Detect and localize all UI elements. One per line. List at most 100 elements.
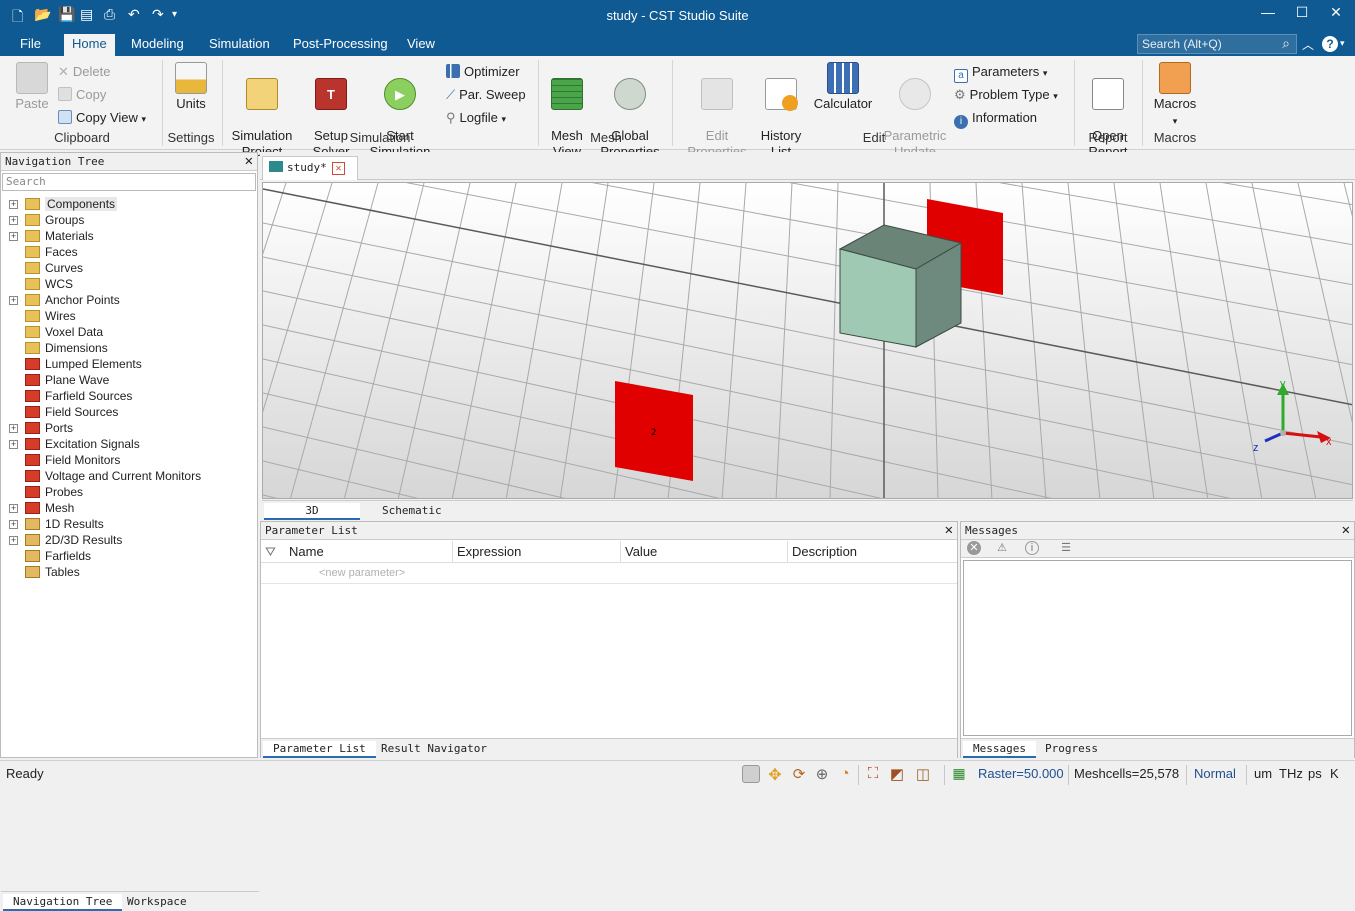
global-properties-button[interactable]: Global Properties [596, 62, 664, 160]
messages-pane: Messages ✕ ✕ ⚠ i ☰ Messages Progress [960, 521, 1355, 758]
help-icon[interactable]: ? [1322, 36, 1338, 52]
mesh-view-icon [551, 78, 583, 110]
clear-messages-icon[interactable]: ☰ [1059, 541, 1073, 555]
folder-icon [25, 486, 40, 498]
start-simulation-button[interactable]: ▶ Start Simulation [366, 62, 434, 160]
setup-solver-button[interactable]: T Setup Solver [306, 62, 356, 160]
spin-icon[interactable]: ◔ [836, 765, 854, 783]
rotate-icon[interactable]: ⟳ [790, 765, 808, 783]
parameters-button[interactable]: a Parameters ▾ [954, 64, 1047, 83]
units-temperature[interactable]: K [1330, 766, 1339, 781]
open-report-button[interactable]: Open Report [1082, 62, 1134, 160]
problem-type-button[interactable]: ⚙ Problem Type ▾ [954, 87, 1058, 103]
info-filter-icon[interactable]: i [1025, 541, 1039, 555]
group-simulation: Simulation [349, 130, 411, 145]
col-description[interactable]: Description [792, 544, 857, 559]
mesh-view-button[interactable]: Mesh View [546, 62, 588, 160]
nav-title: Navigation Tree [5, 155, 105, 168]
tab-simulation[interactable]: Simulation [209, 36, 270, 51]
close-window-button[interactable]: ✕ [1321, 4, 1351, 26]
tree-item-label: Curves [45, 261, 84, 275]
raster-value[interactable]: Raster=50.000 [978, 766, 1064, 781]
working-plane-icon[interactable]: ▦ [950, 765, 968, 783]
tab-schematic[interactable]: Schematic [372, 503, 452, 518]
nav-search-input[interactable]: Search [2, 173, 256, 191]
error-filter-icon[interactable]: ✕ [967, 541, 981, 555]
pan-icon[interactable]: ✥ [766, 765, 784, 784]
tab-parameter-list[interactable]: Parameter List [263, 741, 376, 758]
units-frequency[interactable]: THz [1279, 766, 1303, 781]
close-icon[interactable]: ✕ [245, 153, 253, 169]
tab-home[interactable]: Home [64, 34, 115, 56]
expand-icon[interactable]: + [9, 200, 18, 209]
messages-area[interactable] [963, 560, 1352, 736]
tab-post-processing[interactable]: Post-Processing [293, 36, 388, 51]
fit-view-icon[interactable]: ◩ [888, 765, 906, 783]
copy-button[interactable]: Copy [58, 87, 106, 102]
tab-3d[interactable]: 3D [264, 503, 360, 520]
maximize-button[interactable]: ☐ [1287, 4, 1317, 26]
minimize-button[interactable]: — [1253, 4, 1283, 26]
zoom-tool-icon[interactable] [742, 765, 760, 783]
col-name[interactable]: Name [289, 544, 324, 559]
macros-icon [1159, 62, 1191, 94]
par-sweep-button[interactable]: ⟋ Par. Sweep [446, 87, 526, 103]
search-input[interactable]: Search (Alt+Q) ⌕ [1137, 34, 1297, 54]
delete-label: Delete [72, 64, 111, 79]
new-parameter-row[interactable]: <new parameter> [319, 567, 405, 579]
tab-messages[interactable]: Messages [963, 741, 1036, 758]
divider [1068, 765, 1069, 785]
warning-filter-icon[interactable]: ⚠ [995, 541, 1009, 555]
expand-icon[interactable]: + [9, 232, 18, 241]
document-tab-strip: study* ✕ [260, 152, 1355, 180]
parameters-icon: a [954, 69, 968, 83]
units-length[interactable]: um [1254, 766, 1272, 781]
expand-icon[interactable]: + [9, 536, 18, 545]
filter-icon[interactable]: ⛛ [265, 544, 276, 560]
expand-icon[interactable]: + [9, 504, 18, 513]
optimizer-button[interactable]: Optimizer [446, 64, 520, 79]
close-icon[interactable]: ✕ [1342, 522, 1350, 538]
simulation-project-button[interactable]: Simulation Project [228, 62, 296, 160]
col-expression[interactable]: Expression [457, 544, 521, 559]
tree-item-label: Field Monitors [45, 453, 121, 467]
paste-button[interactable]: Paste [12, 62, 52, 112]
tab-navigation-tree[interactable]: Navigation Tree [3, 894, 123, 911]
tab-progress[interactable]: Progress [1035, 741, 1108, 756]
view-options-icon[interactable]: ◫ [914, 765, 932, 783]
tab-view[interactable]: View [407, 36, 435, 51]
macros-button[interactable]: Macros ▾ [1150, 62, 1200, 129]
history-list-button[interactable]: History List [758, 62, 804, 160]
expand-icon[interactable]: + [9, 520, 18, 529]
zoom-in-icon[interactable]: ⊕ [813, 765, 831, 783]
information-button[interactable]: i Information [954, 110, 1037, 129]
parametric-update-button[interactable]: Parametric Update [882, 62, 948, 160]
tab-modeling[interactable]: Modeling [131, 36, 184, 51]
help-dropdown-icon[interactable]: ▾ [1340, 38, 1345, 49]
3d-viewport[interactable]: 2 y x z [262, 182, 1353, 499]
expand-icon[interactable]: + [9, 440, 18, 449]
expand-icon[interactable]: + [9, 296, 18, 305]
tab-result-navigator[interactable]: Result Navigator [371, 741, 497, 756]
3d-scene: 2 y x z [263, 183, 1352, 498]
units-time[interactable]: ps [1308, 766, 1322, 781]
reset-view-icon[interactable]: ⛶ [864, 765, 882, 783]
tree-item-label: Plane Wave [45, 373, 110, 387]
copy-view-button[interactable]: Copy View ▾ [58, 110, 146, 125]
logfile-button[interactable]: ⚲ Logfile ▾ [446, 110, 506, 126]
tab-workspace[interactable]: Workspace [117, 894, 197, 909]
view-mode[interactable]: Normal [1194, 766, 1236, 781]
delete-button[interactable]: ✕ Delete [58, 64, 110, 80]
col-value[interactable]: Value [625, 544, 657, 559]
tree-item-label: Wires [45, 309, 76, 323]
expand-icon[interactable]: + [9, 216, 18, 225]
tab-study[interactable]: study* ✕ [262, 156, 358, 180]
tab-file[interactable]: File [20, 36, 41, 51]
expand-icon[interactable]: + [9, 424, 18, 433]
units-button[interactable]: Units [170, 62, 212, 112]
edit-properties-button[interactable]: Edit Properties [684, 62, 750, 160]
collapse-ribbon-icon[interactable]: ︿ [1302, 36, 1314, 53]
calculator-button[interactable]: Calculator [812, 62, 874, 112]
close-icon[interactable]: ✕ [332, 162, 345, 175]
close-icon[interactable]: ✕ [945, 522, 953, 538]
